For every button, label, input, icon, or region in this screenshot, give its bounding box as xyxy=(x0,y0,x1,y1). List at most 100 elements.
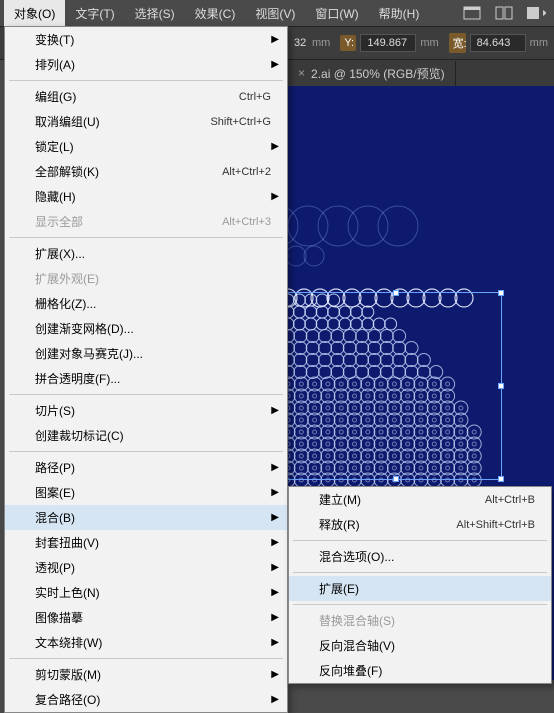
layout-icon[interactable] xyxy=(526,4,546,22)
document-tab[interactable]: × 2.ai @ 150% (RGB/预览) xyxy=(288,61,456,86)
shortcut-label: Shift+Ctrl+G xyxy=(210,116,271,128)
object-menu-item: 显示全部 Alt+Ctrl+3 xyxy=(5,209,287,234)
submenu-arrow-icon: ▶ xyxy=(271,462,279,473)
menu-item-label: 实时上色(N) xyxy=(35,584,100,601)
object-menu-item[interactable]: 创建裁切标记(C) xyxy=(5,423,287,448)
menu-item-label: 全部解锁(K) xyxy=(35,163,99,180)
submenu-arrow-icon: ▶ xyxy=(271,487,279,498)
y-input[interactable]: 149.867 xyxy=(360,34,416,52)
blend-menu-item: 替换混合轴(S) xyxy=(289,608,551,633)
menu-item-label: 拼合透明度(F)... xyxy=(35,370,120,387)
object-menu-item[interactable]: 透视(P) ▶ xyxy=(5,555,287,580)
menu-object[interactable]: 对象(O) xyxy=(4,0,65,27)
menu-item-label: 图案(E) xyxy=(35,484,75,501)
object-menu: 变换(T)▶排列(A)▶编组(G)Ctrl+G取消编组(U)Shift+Ctrl… xyxy=(4,26,288,713)
blend-menu-item[interactable]: 反向堆叠(F) xyxy=(289,658,551,683)
submenu-arrow-icon: ▶ xyxy=(271,59,279,70)
submenu-arrow-icon: ▶ xyxy=(271,537,279,548)
blend-menu-item[interactable]: 释放(R)Alt+Shift+Ctrl+B xyxy=(289,512,551,537)
object-menu-item[interactable]: 隐藏(H) ▶ xyxy=(5,184,287,209)
menu-item-label: 透视(P) xyxy=(35,559,75,576)
object-menu-item[interactable]: 文本绕排(W)▶ xyxy=(5,630,287,655)
selection-handle[interactable] xyxy=(393,476,399,482)
menu-item-label: 隐藏(H) xyxy=(35,188,76,205)
menu-item-label: 替换混合轴(S) xyxy=(319,612,395,629)
submenu-arrow-icon: ▶ xyxy=(271,191,279,202)
menu-item-label: 创建裁切标记(C) xyxy=(35,427,124,444)
menu-item-label: 混合(B) xyxy=(35,509,75,526)
menu-item-label: 创建渐变网格(D)... xyxy=(35,320,134,337)
menu-item-label: 编组(G) xyxy=(35,88,76,105)
blend-menu-item[interactable]: 扩展(E) xyxy=(289,576,551,601)
shortcut-label: Alt+Ctrl+B xyxy=(485,494,535,506)
menu-item-label: 反向混合轴(V) xyxy=(319,637,395,654)
submenu-arrow-icon: ▶ xyxy=(271,405,279,416)
menu-item-label: 锁定(L) xyxy=(35,138,74,155)
selection-handle[interactable] xyxy=(393,290,399,296)
menu-select[interactable]: 选择(S) xyxy=(125,0,185,27)
submenu-arrow-icon: ▶ xyxy=(271,512,279,523)
menu-item-label: 建立(M) xyxy=(319,491,361,508)
object-menu-item[interactable]: 锁定(L)▶ xyxy=(5,134,287,159)
blend-submenu: 建立(M) Alt+Ctrl+B 释放(R)Alt+Shift+Ctrl+B 混合选项… xyxy=(288,486,552,684)
object-menu-item[interactable]: 栅格化(Z)... xyxy=(5,291,287,316)
object-menu-item[interactable]: 封套扭曲(V)▶ xyxy=(5,530,287,555)
menu-window[interactable]: 窗口(W) xyxy=(305,0,368,27)
w-unit: mm xyxy=(530,37,548,49)
menu-item-label: 扩展(X)... xyxy=(35,245,85,262)
object-menu-item[interactable]: 扩展(X)... xyxy=(5,241,287,266)
menu-item-label: 混合选项(O)... xyxy=(319,548,394,565)
object-menu-item[interactable]: 路径(P) ▶ xyxy=(5,455,287,480)
object-menu-item[interactable]: 拼合透明度(F)... xyxy=(5,366,287,391)
y-label: Y: xyxy=(340,35,356,51)
selection-handle[interactable] xyxy=(498,476,504,482)
menu-item-label: 路径(P) xyxy=(35,459,75,476)
blend-menu-item[interactable]: 建立(M) Alt+Ctrl+B xyxy=(289,487,551,512)
arrange-icon[interactable] xyxy=(494,4,514,22)
menu-item-label: 扩展外观(E) xyxy=(35,270,99,287)
object-menu-item[interactable]: 图案(E) ▶ xyxy=(5,480,287,505)
submenu-arrow-icon: ▶ xyxy=(271,562,279,573)
object-menu-item[interactable]: 排列(A)▶ xyxy=(5,52,287,77)
object-menu-item[interactable]: 全部解锁(K) Alt+Ctrl+2 xyxy=(5,159,287,184)
object-menu-item[interactable]: 剪切蒙版(M)▶ xyxy=(5,662,287,687)
object-menu-item[interactable]: 图像描摹 ▶ xyxy=(5,605,287,630)
object-menu-item[interactable]: 切片(S) ▶ xyxy=(5,398,287,423)
menu-item-label: 栅格化(Z)... xyxy=(35,295,96,312)
tab-title: 2.ai @ 150% (RGB/预览) xyxy=(311,65,445,82)
shortcut-label: Alt+Ctrl+2 xyxy=(222,166,271,178)
submenu-arrow-icon: ▶ xyxy=(271,669,279,680)
object-menu-item[interactable]: 取消编组(U)Shift+Ctrl+G xyxy=(5,109,287,134)
object-menu-item[interactable]: 混合(B) ▶ xyxy=(5,505,287,530)
w-label: 宽: xyxy=(449,33,466,53)
w-input[interactable]: 84.643 xyxy=(470,34,526,52)
menu-item-label: 扩展(E) xyxy=(319,580,359,597)
menu-item-label: 切片(S) xyxy=(35,402,75,419)
blend-menu-item[interactable]: 混合选项(O)... xyxy=(289,544,551,569)
object-menu-item[interactable]: 创建对象马赛克(J)... xyxy=(5,341,287,366)
menu-item-label: 图像描摹 xyxy=(35,609,83,626)
object-menu-item: 扩展外观(E) xyxy=(5,266,287,291)
object-menu-item[interactable]: 创建渐变网格(D)... xyxy=(5,316,287,341)
menu-item-label: 显示全部 xyxy=(35,213,83,230)
menu-help[interactable]: 帮助(H) xyxy=(369,0,430,27)
menu-item-label: 变换(T) xyxy=(35,31,74,48)
menu-effect[interactable]: 效果(C) xyxy=(185,0,246,27)
object-menu-item[interactable]: 实时上色(N)▶ xyxy=(5,580,287,605)
shortcut-label: Alt+Ctrl+3 xyxy=(222,216,271,228)
object-menu-item[interactable]: 编组(G)Ctrl+G xyxy=(5,84,287,109)
menu-type[interactable]: 文字(T) xyxy=(65,0,124,27)
submenu-arrow-icon: ▶ xyxy=(271,612,279,623)
menu-item-label: 反向堆叠(F) xyxy=(319,662,382,679)
workspace-icon[interactable] xyxy=(462,4,482,22)
object-menu-item[interactable]: 复合路径(O)▶ xyxy=(5,687,287,712)
menu-view[interactable]: 视图(V) xyxy=(245,0,305,27)
menu-item-label: 创建对象马赛克(J)... xyxy=(35,345,143,362)
selection-handle[interactable] xyxy=(498,383,504,389)
selection-handle[interactable] xyxy=(498,290,504,296)
close-icon[interactable]: × xyxy=(298,66,305,80)
menu-item-label: 释放(R) xyxy=(319,516,360,533)
object-menu-item[interactable]: 变换(T)▶ xyxy=(5,27,287,52)
selection-box xyxy=(288,292,502,480)
blend-menu-item[interactable]: 反向混合轴(V) xyxy=(289,633,551,658)
